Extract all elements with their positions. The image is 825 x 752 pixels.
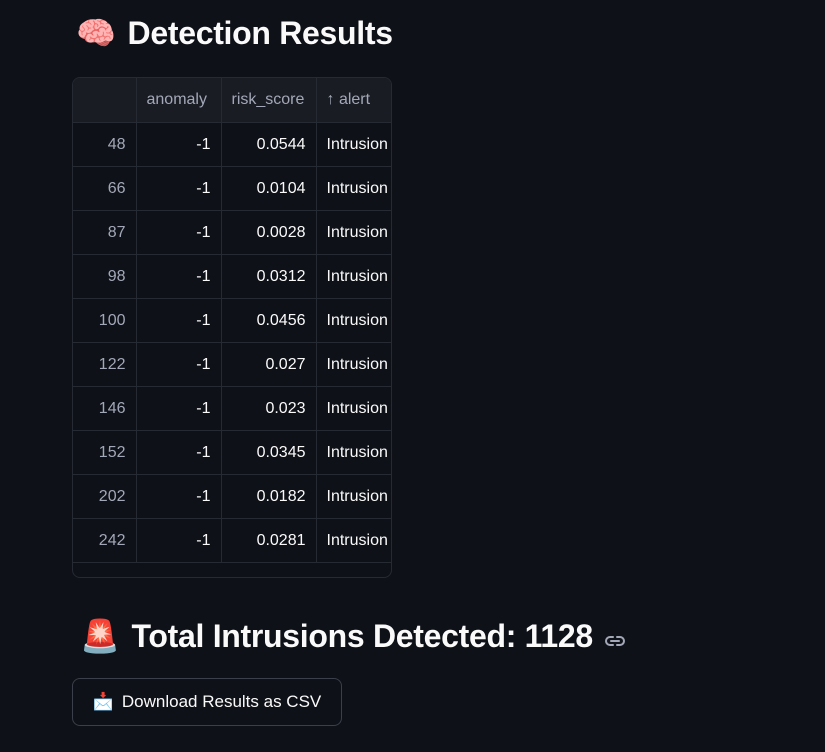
alert-cell[interactable]: Intrusion xyxy=(316,210,391,255)
column-header-index[interactable] xyxy=(73,78,137,123)
column-header-alert[interactable]: ↑ alert xyxy=(316,78,391,123)
anomaly-cell[interactable]: -1 xyxy=(136,386,222,431)
app-main: 🧠 Detection Results anomaly risk_score ↑… xyxy=(0,0,825,752)
alert-cell[interactable]: Intrusion xyxy=(316,474,391,519)
risk-score-cell[interactable]: 0.0345 xyxy=(221,430,317,475)
risk-score-cell[interactable]: 0.0456 xyxy=(221,298,317,343)
table-row[interactable]: 100 -1 0.0456 Intrusion xyxy=(73,298,391,343)
table-body: 48 -1 0.0544 Intrusion 66 -1 0.0104 Intrusion 87… xyxy=(73,122,391,563)
results-table: anomaly risk_score ↑ alert 48 -1 0.0544 Int… xyxy=(73,78,391,563)
anomaly-cell[interactable]: -1 xyxy=(136,298,222,343)
alert-cell[interactable]: Intrusion xyxy=(316,518,391,563)
table-header-row: anomaly risk_score ↑ alert xyxy=(73,78,391,123)
risk-score-cell[interactable]: 0.0544 xyxy=(221,122,317,167)
risk-score-cell[interactable]: 0.0104 xyxy=(221,166,317,211)
row-index-cell[interactable]: 48 xyxy=(73,122,137,167)
row-index-cell[interactable]: 242 xyxy=(73,518,137,563)
results-dataframe[interactable]: anomaly risk_score ↑ alert 48 -1 0.0544 Int… xyxy=(72,77,392,578)
detection-results-heading: 🧠 Detection Results xyxy=(76,14,393,52)
anomaly-cell[interactable]: -1 xyxy=(136,166,222,211)
table-row[interactable]: 146 -1 0.023 Intrusion xyxy=(73,386,391,431)
row-index-cell[interactable]: 202 xyxy=(73,474,137,519)
total-intrusions-heading: 🚨 Total Intrusions Detected: 1128 xyxy=(80,617,627,655)
alert-cell[interactable]: Intrusion xyxy=(316,254,391,299)
row-index-cell[interactable]: 152 xyxy=(73,430,137,475)
anomaly-cell[interactable]: -1 xyxy=(136,342,222,387)
row-index-cell[interactable]: 100 xyxy=(73,298,137,343)
column-header-anomaly[interactable]: anomaly xyxy=(136,78,222,123)
download-csv-label: Download Results as CSV xyxy=(121,692,322,711)
column-header-risk-score[interactable]: risk_score xyxy=(221,78,317,123)
row-index-cell[interactable]: 98 xyxy=(73,254,137,299)
alert-cell[interactable]: Intrusion xyxy=(316,386,391,431)
table-row[interactable]: 122 -1 0.027 Intrusion xyxy=(73,342,391,387)
alert-cell[interactable]: Intrusion xyxy=(316,122,391,167)
anomaly-cell[interactable]: -1 xyxy=(136,122,222,167)
row-index-cell[interactable]: 122 xyxy=(73,342,137,387)
risk-score-cell[interactable]: 0.0182 xyxy=(221,474,317,519)
table-row[interactable]: 98 -1 0.0312 Intrusion xyxy=(73,254,391,299)
total-intrusions-title: Total Intrusions Detected: 1128 xyxy=(131,617,594,654)
alert-cell[interactable]: Intrusion xyxy=(316,430,391,475)
table-row[interactable]: 66 -1 0.0104 Intrusion xyxy=(73,166,391,211)
anomaly-cell[interactable]: -1 xyxy=(136,210,222,255)
alert-cell[interactable]: Intrusion xyxy=(316,298,391,343)
row-index-cell[interactable]: 87 xyxy=(73,210,137,255)
alert-cell[interactable]: Intrusion xyxy=(316,166,391,211)
brain-icon: 🧠 xyxy=(76,15,116,51)
table-row[interactable]: 152 -1 0.0345 Intrusion xyxy=(73,430,391,475)
risk-score-cell[interactable]: 0.0281 xyxy=(221,518,317,563)
table-row[interactable]: 202 -1 0.0182 Intrusion xyxy=(73,474,391,519)
download-csv-button[interactable]: 📩 Download Results as CSV xyxy=(72,678,342,726)
table-row[interactable]: 87 -1 0.0028 Intrusion xyxy=(73,210,391,255)
risk-score-cell[interactable]: 0.023 xyxy=(221,386,317,431)
link-icon[interactable] xyxy=(603,624,627,648)
risk-score-cell[interactable]: 0.0312 xyxy=(221,254,317,299)
row-index-cell[interactable]: 146 xyxy=(73,386,137,431)
table-row[interactable]: 48 -1 0.0544 Intrusion xyxy=(73,122,391,167)
siren-icon: 🚨 xyxy=(80,618,120,654)
anomaly-cell[interactable]: -1 xyxy=(136,474,222,519)
anomaly-cell[interactable]: -1 xyxy=(136,254,222,299)
alert-cell[interactable]: Intrusion xyxy=(316,342,391,387)
risk-score-cell[interactable]: 0.027 xyxy=(221,342,317,387)
envelope-arrow-icon: 📩 xyxy=(92,692,114,711)
detection-results-title: Detection Results xyxy=(127,14,393,51)
table-row[interactable]: 242 -1 0.0281 Intrusion xyxy=(73,518,391,563)
anomaly-cell[interactable]: -1 xyxy=(136,518,222,563)
risk-score-cell[interactable]: 0.0028 xyxy=(221,210,317,255)
anomaly-cell[interactable]: -1 xyxy=(136,430,222,475)
row-index-cell[interactable]: 66 xyxy=(73,166,137,211)
